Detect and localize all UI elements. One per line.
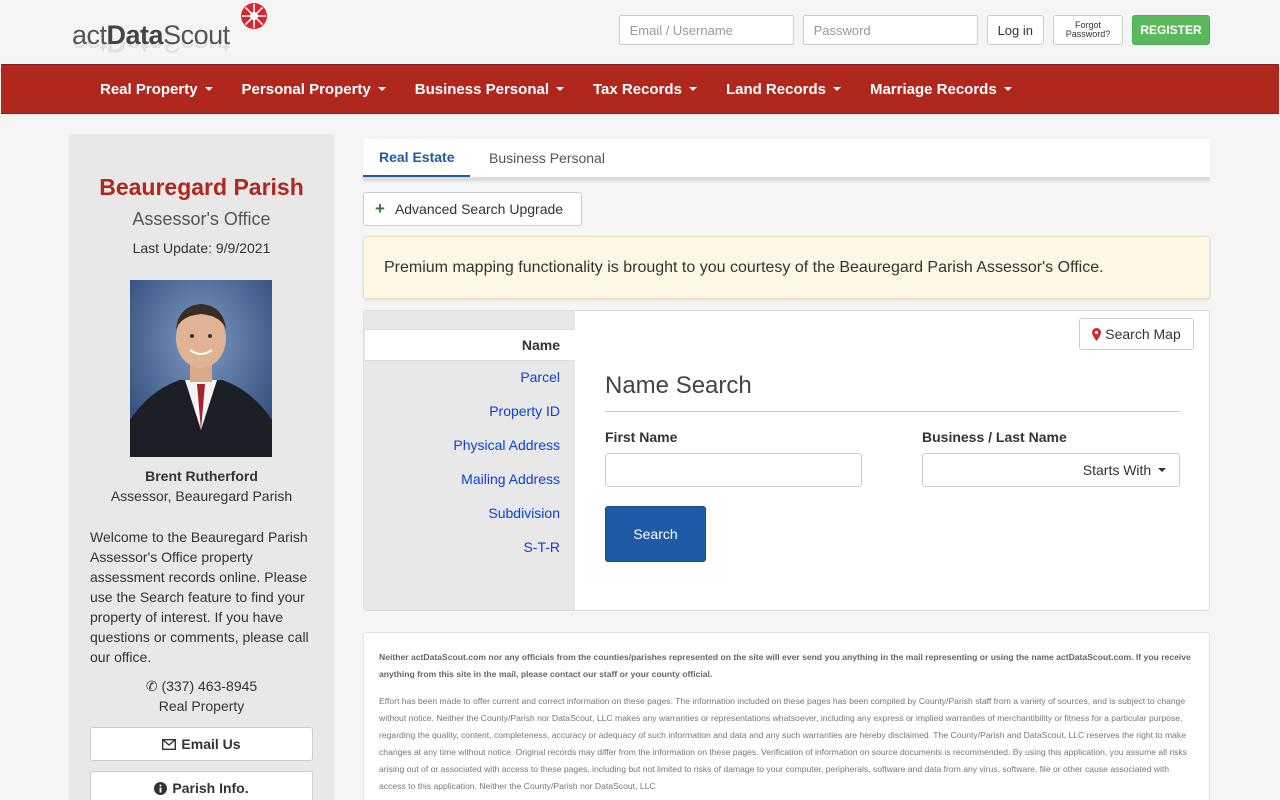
search-menu-parcel[interactable]: Parcel	[520, 369, 560, 385]
search-menu-str[interactable]: S-T-R	[523, 539, 560, 555]
search-type-menu: Name Parcel Property ID Physical Address…	[364, 311, 575, 610]
phone-icon: ✆	[145, 678, 158, 694]
caret-down-icon	[832, 87, 841, 91]
caret-down-icon	[204, 87, 213, 91]
caret-down-icon	[688, 87, 697, 91]
actdatascout-logo[interactable]: actDataScout actDataScout	[72, 3, 272, 60]
nav-personal-property[interactable]: Personal Property	[242, 81, 386, 98]
caret-down-icon	[556, 87, 564, 91]
search-button[interactable]: Search	[605, 506, 706, 562]
nav-marriage-records[interactable]: Marriage Records	[870, 81, 1012, 98]
advanced-search-upgrade-button[interactable]: + Advanced Search Upgrade	[363, 192, 582, 226]
search-map-button[interactable]: Search Map	[1079, 318, 1194, 350]
search-heading: Name Search	[605, 372, 752, 399]
envelope-icon	[162, 738, 177, 750]
assessor-photo	[130, 280, 272, 457]
first-name-label: First Name	[605, 429, 678, 445]
first-name-input[interactable]	[605, 453, 862, 487]
register-button[interactable]: REGISTER	[1132, 15, 1210, 45]
tab-business-personal[interactable]: Business Personal	[473, 139, 621, 177]
disclaimer-text: Effort has been made to offer current an…	[379, 696, 1188, 791]
logo-star-icon	[241, 3, 267, 29]
nav-real-property[interactable]: Real Property	[100, 81, 213, 98]
forgot-password-button[interactable]: Forgot Password?	[1053, 15, 1123, 45]
caret-down-icon	[377, 87, 386, 91]
search-menu-property-id[interactable]: Property ID	[489, 403, 560, 419]
login-button[interactable]: Log in	[986, 15, 1044, 45]
logo-reflection: actDataScout	[72, 42, 230, 58]
plus-icon: +	[375, 199, 385, 218]
nav-tax-records[interactable]: Tax Records	[593, 81, 697, 98]
mail-warning: Neither actDataScout.com nor any officia…	[379, 652, 1191, 679]
assessor-title: Assessor, Beauregard Parish	[110, 488, 293, 504]
heading-divider	[605, 411, 1180, 412]
tab-real-estate[interactable]: Real Estate	[363, 139, 471, 177]
disclaimer-panel: Neither actDataScout.com nor any officia…	[363, 632, 1210, 800]
nav-land-records[interactable]: Land Records	[726, 81, 841, 98]
search-menu-name[interactable]: Name	[365, 329, 575, 361]
search-panel: Name Parcel Property ID Physical Address…	[363, 310, 1210, 611]
assessor-name: Brent Rutherford	[145, 468, 258, 484]
email-username-input[interactable]	[618, 15, 794, 45]
parish-name: Beauregard Parish	[99, 174, 304, 200]
password-input[interactable]	[802, 15, 978, 45]
parish-sidebar: Beauregard Parish Assessor's Office Last…	[70, 134, 333, 800]
top-bar: actDataScout actDataScout Log in ForgotP…	[0, 0, 1280, 64]
mapping-notice: Premium mapping functionality is brought…	[363, 236, 1210, 299]
main-nav: Real Property Personal Property Business…	[1, 64, 1279, 114]
caret-down-icon	[1003, 87, 1012, 91]
last-update: Last Update: 9/9/2021	[132, 240, 271, 256]
email-us-button[interactable]: Email Us	[90, 727, 313, 761]
search-menu-physical-address[interactable]: Physical Address	[453, 437, 560, 453]
parish-info-button[interactable]: Parish Info.	[90, 771, 313, 800]
last-name-label: Business / Last Name	[922, 429, 1067, 445]
login-form: Log in ForgotPassword? REGISTER	[618, 15, 1210, 45]
welcome-text: Welcome to the Beauregard Parish Assesso…	[90, 529, 309, 665]
phone-department: Real Property	[158, 698, 245, 714]
record-type-tabs: Real Estate Business Personal	[363, 139, 1210, 181]
office-name: Assessor's Office	[132, 209, 271, 229]
last-name-input[interactable]	[922, 453, 1071, 487]
match-mode-dropdown[interactable]: Starts With	[1070, 453, 1180, 487]
caret-down-icon	[1158, 468, 1167, 472]
phone-number[interactable]: ✆ (337) 463-8945	[70, 678, 333, 695]
search-menu-mailing-address[interactable]: Mailing Address	[461, 471, 560, 487]
nav-business-personal[interactable]: Business Personal	[415, 81, 564, 98]
info-circle-icon	[154, 781, 168, 795]
search-menu-subdivision[interactable]: Subdivision	[488, 505, 560, 521]
map-marker-icon	[1092, 327, 1102, 341]
